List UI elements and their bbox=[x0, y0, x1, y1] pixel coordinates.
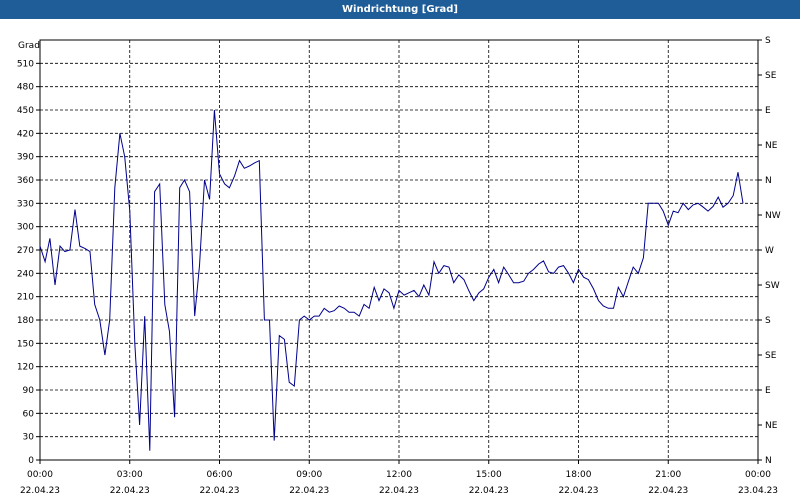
x-tick-time: 21:00 bbox=[655, 470, 681, 480]
right-tick-label: SE bbox=[765, 351, 777, 361]
right-tick-label: SW bbox=[765, 281, 780, 291]
y-tick-label: 360 bbox=[17, 176, 34, 186]
x-tick-time: 18:00 bbox=[566, 470, 592, 480]
x-tick-time: 09:00 bbox=[296, 470, 322, 480]
x-tick-date: 22.04.23 bbox=[110, 486, 150, 496]
x-tick-date: 22.04.23 bbox=[558, 486, 598, 496]
x-tick-time: 06:00 bbox=[207, 470, 233, 480]
right-tick-label: N bbox=[765, 176, 772, 186]
x-tick-date: 22.04.23 bbox=[199, 486, 239, 496]
right-tick-label: E bbox=[765, 386, 771, 396]
right-tick-label: SE bbox=[765, 71, 777, 81]
y-tick-label: 330 bbox=[17, 199, 34, 209]
x-axis-ticks: 00:00 22.04.23 03:00 22.04.23 06:00 22.04.23 0… bbox=[20, 460, 778, 496]
x-tick-date: 22.04.23 bbox=[289, 486, 329, 496]
y-tick-label: 300 bbox=[17, 223, 34, 233]
x-tick-date: 23.04.23 bbox=[738, 486, 778, 496]
x-tick-date: 22.04.23 bbox=[469, 486, 509, 496]
y-tick-label: 150 bbox=[17, 339, 34, 349]
right-tick-label: NE bbox=[765, 141, 778, 151]
x-tick-time: 00:00 bbox=[745, 470, 771, 480]
right-tick-label: N bbox=[765, 456, 772, 466]
y-tick-label: 390 bbox=[17, 153, 34, 163]
y-tick-label: 420 bbox=[17, 129, 34, 139]
right-tick-label: S bbox=[765, 36, 771, 46]
y-tick-label: 510 bbox=[17, 59, 34, 69]
right-tick-label: S bbox=[765, 316, 771, 326]
y-tick-label: 30 bbox=[23, 433, 35, 443]
y-tick-label: 270 bbox=[17, 246, 34, 256]
y-tick-label: 210 bbox=[17, 293, 34, 303]
wind-direction-chart: Grad 0 30 60 90 120 150 180 210 240 270 300 330 360 3… bbox=[17, 36, 781, 496]
x-tick-time: 12:00 bbox=[386, 470, 412, 480]
y-tick-label: 240 bbox=[17, 269, 34, 279]
y-tick-label: 90 bbox=[23, 386, 35, 396]
y-tick-label: 0 bbox=[28, 456, 34, 466]
x-tick-time: 03:00 bbox=[117, 470, 143, 480]
x-tick-time: 15:00 bbox=[476, 470, 502, 480]
y-axis-ticks: 0 30 60 90 120 150 180 210 240 270 300 330 360 390 420… bbox=[17, 59, 40, 466]
right-tick-label: NW bbox=[765, 211, 781, 221]
x-tick-date: 22.04.23 bbox=[648, 486, 688, 496]
right-tick-label: NE bbox=[765, 421, 778, 431]
series-line bbox=[39, 109, 744, 451]
x-tick-date: 22.04.23 bbox=[20, 486, 60, 496]
y-tick-label: 180 bbox=[17, 316, 34, 326]
y-tick-label: 60 bbox=[23, 409, 35, 419]
window-title: Windrichtung [Grad] bbox=[0, 0, 800, 19]
x-tick-date: 22.04.23 bbox=[379, 486, 419, 496]
right-tick-label: E bbox=[765, 106, 771, 116]
right-tick-label: W bbox=[765, 246, 774, 256]
x-tick-time: 00:00 bbox=[27, 470, 53, 480]
y-axis-label: Grad bbox=[18, 41, 40, 51]
y-tick-label: 120 bbox=[17, 363, 34, 373]
y-tick-label: 480 bbox=[17, 83, 34, 93]
right-axis-ticks: N NE E SE S SW W NW N NE E SE S bbox=[758, 36, 781, 466]
y-tick-label: 450 bbox=[17, 106, 34, 116]
